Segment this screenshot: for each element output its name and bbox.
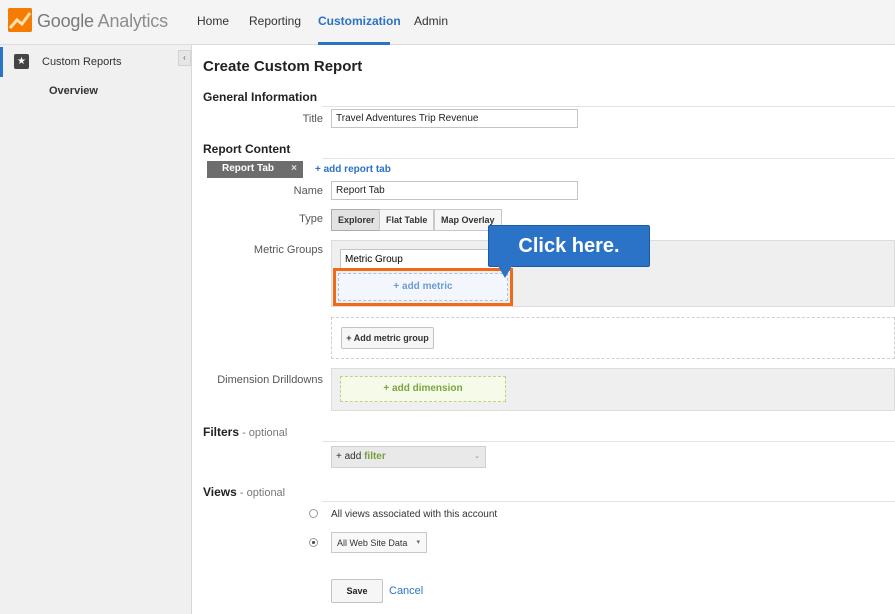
add-dimension-button[interactable]: + add dimension bbox=[340, 376, 506, 402]
views-heading: Views - optional bbox=[203, 485, 285, 499]
type-label: Type bbox=[299, 213, 323, 225]
add-report-tab-link[interactable]: + add report tab bbox=[315, 164, 391, 175]
general-information-heading: General Information bbox=[203, 90, 318, 104]
collapse-sidebar-button[interactable]: ‹ bbox=[178, 50, 191, 66]
report-tab[interactable]: Report Tab × bbox=[207, 161, 303, 178]
divider bbox=[322, 501, 895, 502]
report-content-heading: Report Content bbox=[203, 142, 291, 156]
filters-heading: Filters - optional bbox=[203, 425, 287, 439]
chevron-down-icon: ⌄ bbox=[474, 453, 480, 460]
metric-groups-label: Metric Groups bbox=[253, 244, 323, 256]
metric-group-name-input[interactable] bbox=[340, 249, 508, 269]
sidebar-active-indicator bbox=[0, 47, 3, 77]
view-select[interactable]: All Web Site Data ▾ bbox=[331, 532, 427, 553]
add-filter-word: filter bbox=[364, 451, 386, 462]
cancel-link[interactable]: Cancel bbox=[389, 585, 423, 597]
views-optional: - optional bbox=[236, 487, 286, 499]
brand-google: Google bbox=[37, 11, 94, 31]
add-metric-highlight bbox=[333, 268, 513, 306]
radio-all-views[interactable] bbox=[309, 509, 318, 518]
divider bbox=[322, 158, 895, 159]
click-here-callout: Click here. bbox=[488, 225, 650, 267]
nav-reporting[interactable]: Reporting bbox=[249, 14, 301, 28]
nav-customization[interactable]: Customization bbox=[318, 14, 401, 28]
view-select-value: All Web Site Data bbox=[337, 538, 408, 548]
chevron-down-icon: ▾ bbox=[416, 539, 420, 546]
new-metric-group-area: + Add metric group bbox=[331, 317, 895, 359]
page-title: Create Custom Report bbox=[203, 58, 363, 75]
name-input[interactable] bbox=[331, 181, 578, 200]
divider bbox=[322, 441, 895, 442]
sidebar-item-overview[interactable]: Overview bbox=[49, 85, 98, 97]
add-filter-button[interactable]: + add filter ⌄ bbox=[331, 446, 486, 468]
add-metric-group-button[interactable]: + Add metric group bbox=[341, 327, 434, 349]
star-icon: ★ bbox=[14, 54, 29, 69]
title-label: Title bbox=[302, 113, 323, 125]
filters-optional: - optional bbox=[239, 427, 288, 439]
nav-admin[interactable]: Admin bbox=[414, 14, 448, 28]
google-analytics-logo-icon bbox=[8, 8, 32, 32]
brand-analytics: Analytics bbox=[97, 11, 168, 31]
name-label: Name bbox=[293, 185, 323, 197]
dimension-drilldowns-label: Dimension Drilldowns bbox=[217, 374, 323, 386]
sidebar-item-custom-reports[interactable]: Custom Reports bbox=[42, 56, 121, 68]
save-button[interactable]: Save bbox=[331, 579, 383, 603]
sidebar: ★ Custom Reports Overview ‹ bbox=[0, 45, 192, 614]
type-explorer-button[interactable]: Explorer bbox=[331, 209, 382, 231]
type-flat-table-button[interactable]: Flat Table bbox=[379, 209, 435, 231]
views-heading-text: Views bbox=[203, 485, 237, 499]
main-content: Create Custom Report General Information… bbox=[192, 45, 895, 614]
brand-name: Google Analytics bbox=[37, 11, 168, 32]
top-bar: Google Analytics Home Reporting Customiz… bbox=[0, 0, 895, 45]
title-input[interactable] bbox=[331, 109, 578, 128]
report-tab-label: Report Tab bbox=[222, 163, 275, 174]
filters-heading-text: Filters bbox=[203, 425, 240, 439]
divider bbox=[322, 106, 895, 107]
radio-selected-view[interactable] bbox=[309, 538, 318, 547]
callout-pointer bbox=[498, 266, 512, 278]
close-tab-icon[interactable]: × bbox=[291, 163, 297, 174]
add-filter-prefix: + add bbox=[336, 451, 362, 462]
nav-home[interactable]: Home bbox=[197, 14, 229, 28]
all-views-option-label: All views associated with this account bbox=[331, 509, 498, 520]
